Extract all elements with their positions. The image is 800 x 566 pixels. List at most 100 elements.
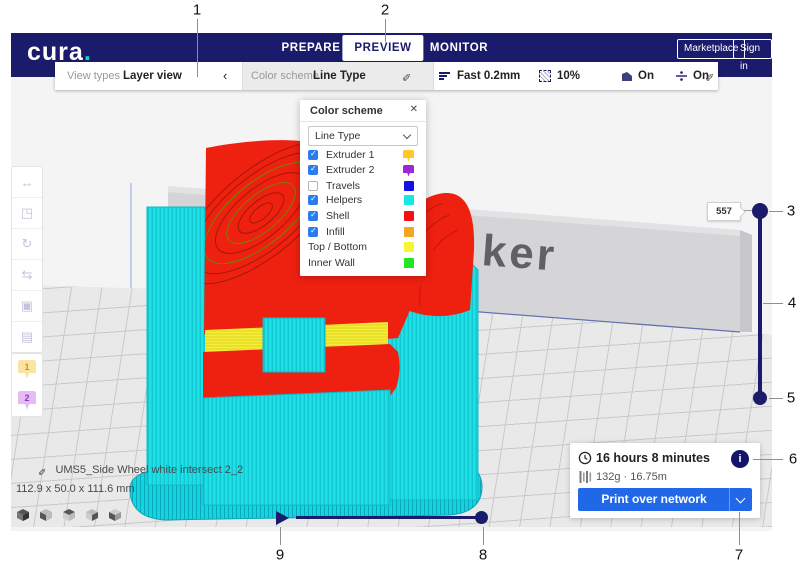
clock-icon	[578, 451, 592, 465]
adhesion-icon	[675, 71, 688, 81]
row-inner-wall: Inner Wall	[300, 256, 426, 271]
callout-6: 6	[789, 451, 797, 468]
callout-line-5	[769, 398, 783, 399]
extruder-2-swatch	[403, 165, 414, 178]
row-travels: Travels	[300, 179, 426, 194]
infill-checkbox[interactable]	[308, 227, 318, 237]
material-usage: 132g · 16.75m	[596, 471, 667, 483]
playback-slider-handle[interactable]	[475, 511, 488, 524]
tab-preview[interactable]: PREVIEW	[342, 35, 423, 61]
row-helpers: Helpers	[300, 193, 426, 208]
page: { "callouts": ["1","2","3","4","5","6","…	[0, 0, 800, 566]
inner-wall-swatch	[404, 258, 414, 268]
layer-slider-top-handle[interactable]	[752, 203, 768, 219]
callout-line-3	[769, 211, 783, 212]
callout-line-2	[385, 19, 386, 42]
view-right-icon[interactable]	[108, 508, 122, 522]
infill-icon	[539, 70, 551, 82]
edit-print-settings-icon[interactable]: ✎	[705, 70, 714, 83]
button-divider	[729, 488, 730, 511]
per-model-settings-icon[interactable]: ▣	[12, 291, 42, 322]
play-button[interactable]	[276, 511, 289, 525]
chevron-down-icon	[403, 131, 411, 139]
shell-swatch	[404, 211, 414, 221]
row-extruder-2: Extruder 2	[300, 163, 426, 178]
callout-line-6	[753, 459, 783, 460]
rotate-tool-icon[interactable]: ↻	[12, 229, 42, 260]
callout-line-4	[763, 303, 783, 304]
close-icon[interactable]: ✕	[410, 104, 418, 115]
support-icon	[621, 70, 633, 82]
collapse-chevron-icon[interactable]: ‹	[223, 62, 227, 90]
edit-color-scheme-icon[interactable]: ✎	[402, 70, 411, 83]
model-name: UMS5_Side Wheel white intersect 2_2	[55, 464, 243, 476]
infill-value[interactable]: 10%	[557, 62, 580, 90]
callout-line-8	[483, 527, 484, 545]
view-top-icon[interactable]	[62, 508, 76, 522]
extruder-1-swatch	[403, 150, 414, 163]
layer-slider-bottom-handle[interactable]	[753, 391, 767, 405]
travels-swatch	[404, 181, 414, 191]
move-tool-icon[interactable]: ↔	[12, 167, 42, 198]
model-dimensions: 112.9 x 50.0 x 111.6 mm	[16, 483, 135, 495]
print-over-network-button[interactable]: Print over network	[578, 488, 752, 511]
callout-9: 9	[276, 547, 284, 564]
extruder-1-checkbox[interactable]	[308, 150, 318, 160]
print-time: 16 hours 8 minutes	[596, 451, 710, 465]
callout-1: 1	[193, 2, 201, 19]
backplate-brand-text: ker	[480, 226, 559, 280]
layer-height-icon	[439, 72, 450, 81]
callout-2: 2	[381, 2, 389, 19]
print-job-panel: 16 hours 8 minutes 132g · 16.75m i Print…	[570, 443, 760, 518]
extruder-2-checkbox[interactable]	[308, 165, 318, 175]
model-name-row: ✎ UMS5_Side Wheel white intersect 2_2	[38, 464, 243, 476]
print-profile-value[interactable]: Fast 0.2mm	[457, 62, 520, 90]
callout-3: 3	[787, 203, 795, 220]
callout-line-9	[280, 527, 281, 545]
view-front-icon[interactable]	[39, 508, 53, 522]
layer-slider-track[interactable]	[758, 211, 762, 398]
view-types-label: View types	[67, 62, 120, 90]
row-top-bottom: Top / Bottom	[300, 240, 426, 255]
sign-in-button[interactable]: Sign in	[733, 39, 772, 59]
color-scheme-dropdown[interactable]: Line Type	[308, 126, 418, 146]
tab-monitor[interactable]: MONITOR	[430, 33, 488, 63]
playback-slider-track[interactable]	[296, 516, 483, 519]
color-scheme-panel: Color scheme ✕ Line Type Extruder 1 Extr…	[300, 100, 426, 276]
callout-line-7	[739, 512, 740, 545]
shell-checkbox[interactable]	[308, 211, 318, 221]
callout-4: 4	[788, 295, 796, 312]
extruder-1-badge[interactable]: 1	[12, 354, 42, 385]
helpers-checkbox[interactable]	[308, 195, 318, 205]
top-bottom-swatch	[404, 242, 414, 252]
row-infill: Infill	[300, 225, 426, 240]
rename-model-icon[interactable]: ✎	[38, 465, 46, 476]
tool-sidebar: ↔ ◳ ↻ ⇆ ▣ ▤	[11, 166, 43, 353]
view-types-value[interactable]: Layer view	[123, 62, 182, 90]
layer-number-flag: 557	[707, 202, 741, 221]
cura-window: ker	[11, 33, 772, 531]
callout-5: 5	[787, 390, 795, 407]
mirror-tool-icon[interactable]: ⇆	[12, 260, 42, 291]
helpers-swatch	[404, 195, 414, 205]
support-value[interactable]: On	[638, 62, 654, 90]
extruder-2-badge[interactable]: 2	[12, 385, 42, 416]
chevron-down-icon[interactable]	[736, 494, 746, 504]
row-shell: Shell	[300, 209, 426, 224]
color-scheme-value[interactable]: Line Type	[313, 62, 366, 90]
support-blocker-icon[interactable]: ▤	[12, 322, 42, 352]
panel-divider	[300, 121, 426, 122]
callout-8: 8	[479, 547, 487, 564]
view-orientation-buttons	[16, 508, 122, 522]
panel-title: Color scheme	[310, 105, 383, 117]
travels-checkbox[interactable]	[308, 181, 318, 191]
tab-prepare[interactable]: PREPARE	[282, 33, 341, 63]
callout-7: 7	[735, 547, 743, 564]
view-3d-icon[interactable]	[16, 508, 30, 522]
view-left-icon[interactable]	[85, 508, 99, 522]
color-scheme-label: Color scheme	[251, 62, 319, 90]
info-icon[interactable]: i	[731, 450, 749, 468]
infill-swatch	[404, 227, 414, 237]
scale-tool-icon[interactable]: ◳	[12, 198, 42, 229]
stage-toolbar: View types Layer view ‹ Color scheme Lin…	[55, 62, 718, 90]
